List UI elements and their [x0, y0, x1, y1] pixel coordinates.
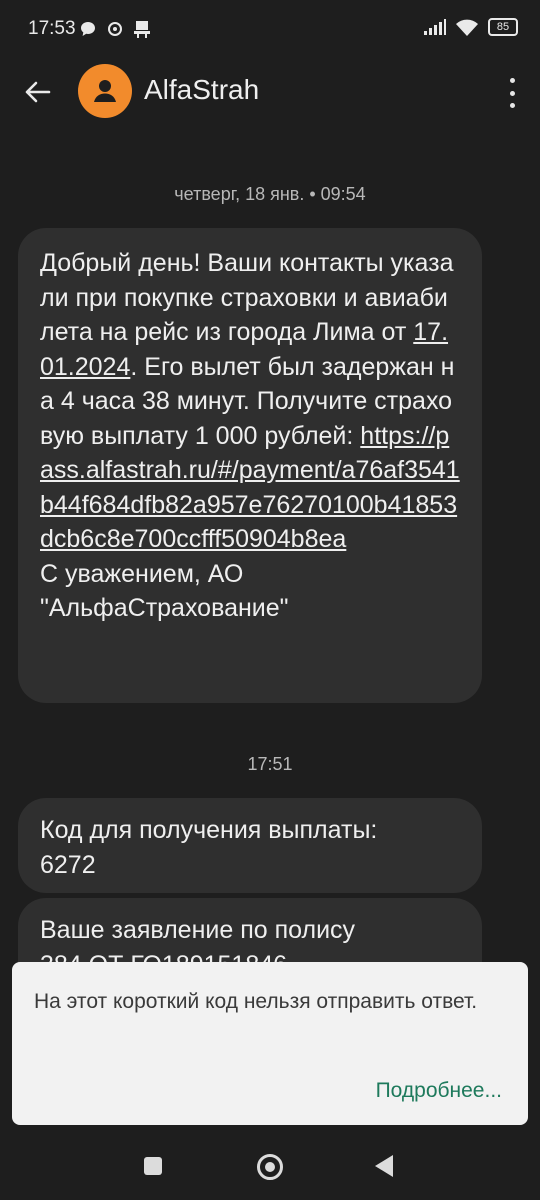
date-timestamp: четверг, 18 янв. • 09:54 [174, 184, 366, 204]
arrow-back-icon [25, 81, 51, 103]
navigation-bar [0, 1130, 540, 1200]
back-button[interactable] [22, 76, 54, 108]
signature-line-2: "АльфаСтрахование" [40, 594, 289, 622]
more-options-button[interactable] [502, 78, 522, 108]
message-text: Добрый день! Ваши контакты указали при п… [40, 249, 454, 346]
person-icon [94, 80, 116, 102]
app-bar: AlfaStrah [0, 60, 540, 124]
more-details-button[interactable]: Подробнее... [376, 1079, 502, 1103]
claim-message-line-1: Ваше заявление по полису [40, 916, 356, 944]
status-bar: 17:53 85 [0, 0, 540, 60]
contact-avatar[interactable] [78, 64, 132, 118]
status-system-icons: 85 [424, 18, 518, 36]
time-timestamp: 17:51 [247, 754, 293, 774]
battery-icon: 85 [488, 18, 518, 36]
gear-like-icon [108, 22, 122, 36]
chat-bubble-icon [81, 22, 95, 36]
notice-text: На этот короткий код нельзя отправить от… [34, 990, 478, 1013]
nav-back-icon[interactable] [375, 1155, 393, 1177]
code-message-line-2: 6272 [40, 850, 96, 879]
cast-icon [134, 21, 150, 38]
message-bubble[interactable]: Добрый день! Ваши контакты указали при п… [18, 228, 482, 703]
more-vert-icon [509, 78, 515, 83]
code-message-line-1: Код для получения выплаты: [40, 816, 378, 844]
battery-level: 85 [496, 21, 510, 33]
message-bubble[interactable]: Код для получения выплаты: 6272 [18, 798, 482, 893]
wifi-icon [456, 19, 478, 36]
recents-icon[interactable] [144, 1157, 162, 1175]
signal-icon [424, 19, 446, 35]
conversation-title: AlfaStrah [144, 74, 260, 105]
short-code-notice: На этот короткий код нельзя отправить от… [12, 962, 528, 1125]
status-notification-icons [80, 20, 150, 38]
signature-line-1: С уважением, АО [40, 559, 244, 588]
home-icon[interactable] [257, 1154, 283, 1180]
status-time: 17:53 [28, 18, 76, 39]
